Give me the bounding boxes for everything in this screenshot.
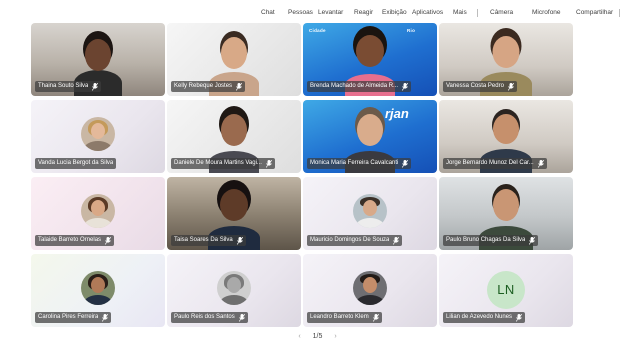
mic-muted-icon: [537, 159, 544, 168]
mic-muted-icon: [529, 236, 536, 245]
camera-button[interactable]: Câmera: [490, 7, 513, 19]
participant-tile[interactable]: Taisa Soares Da Silva: [167, 177, 301, 250]
gallery-pagination: ‹ 1/5 ›: [0, 331, 635, 342]
participant-tile[interactable]: Thaina Souto Silva: [31, 23, 165, 96]
react-button[interactable]: Reagir: [354, 7, 373, 19]
participant-tile[interactable]: Vanessa Costa Pedro: [439, 23, 573, 96]
participant-tile[interactable]: Paulo Reis dos Santos: [167, 254, 301, 327]
avatar: [81, 117, 115, 151]
participant-nameplate: Taisa Soares Da Silva: [171, 235, 246, 246]
mic-muted-icon: [516, 313, 523, 322]
participant-nameplate: Paulo Reis dos Santos: [171, 312, 248, 323]
mic-muted-icon: [402, 82, 409, 91]
avatar: [217, 271, 251, 305]
participant-name: Talaide Barreto Ornelas: [38, 237, 102, 243]
participant-name: Taisa Soares Da Silva: [174, 237, 233, 243]
participant-name: Brenda Machado de Almeida R...: [310, 83, 399, 89]
participant-nameplate: Mauricio Domingos De Souza: [307, 235, 403, 246]
participant-grid: Thaina Souto Silva Kelly Rebeque Jostes …: [31, 23, 573, 328]
participant-nameplate: Thaina Souto Silva: [35, 81, 102, 92]
view-button[interactable]: Exibição: [382, 7, 407, 19]
mic-muted-icon: [102, 313, 109, 322]
mic-muted-icon: [372, 313, 379, 322]
chat-button[interactable]: Chat: [261, 7, 275, 19]
brand-logo-text: Rio: [407, 28, 416, 33]
participant-tile[interactable]: Talaide Barreto Ornelas: [31, 177, 165, 250]
participant-name: Leandro Barreto Klem: [310, 314, 369, 320]
participant-nameplate: Monica Maria Ferreira Cavalcanti: [307, 158, 412, 169]
mic-muted-icon: [105, 236, 112, 245]
avatar: [353, 271, 387, 305]
page-indicator: 1/5: [312, 333, 323, 340]
participant-name: Jorge Bernardo Munoz Del Car...: [446, 160, 534, 166]
mic-muted-icon: [393, 236, 400, 245]
toolbar-divider: [477, 9, 478, 17]
participant-tile[interactable]: rjan Monica Maria Ferreira Cavalcanti: [303, 100, 437, 173]
participant-nameplate: Kelly Rebeque Jostes: [171, 81, 246, 92]
mic-muted-icon: [236, 236, 243, 245]
more-button[interactable]: Mais: [453, 7, 467, 19]
people-button[interactable]: Pessoas: [288, 7, 313, 19]
participant-name: Monica Maria Ferreira Cavalcanti: [310, 160, 399, 166]
participant-tile[interactable]: Leandro Barreto Klem: [303, 254, 437, 327]
participant-name: Vanessa Costa Pedro: [446, 83, 504, 89]
avatar: [81, 194, 115, 228]
participant-nameplate: Paulo Bruno Chagas Da Silva: [443, 235, 539, 246]
microphone-button[interactable]: Microfone: [532, 7, 561, 19]
mic-muted-icon: [92, 82, 99, 91]
participant-tile[interactable]: LN Lilian de Azevedo Nunes: [439, 254, 573, 327]
participant-nameplate: Talaide Barreto Ornelas: [35, 235, 115, 246]
meeting-toolbar: Chat Pessoas Levantar Reagir Exibição Ap…: [0, 7, 635, 19]
participant-name: Paulo Bruno Chagas Da Silva: [446, 237, 526, 243]
participant-tile[interactable]: Cidade Rio Brenda Machado de Almeida R..…: [303, 23, 437, 96]
participant-nameplate: Vanessa Costa Pedro: [443, 81, 517, 92]
participant-nameplate: Jorge Bernardo Munoz Del Car...: [443, 158, 547, 169]
raise-hand-button[interactable]: Levantar: [318, 7, 343, 19]
participant-tile[interactable]: Paulo Bruno Chagas Da Silva: [439, 177, 573, 250]
mic-muted-icon: [402, 159, 409, 168]
participant-nameplate: Daniele De Moura Martins Vagi...: [171, 158, 275, 169]
participant-name: Thaina Souto Silva: [38, 83, 89, 89]
participant-tile[interactable]: Mauricio Domingos De Souza: [303, 177, 437, 250]
avatar: [353, 194, 387, 228]
participant-name: Carolina Pires Ferreira: [38, 314, 99, 320]
participant-nameplate: Carolina Pires Ferreira: [35, 312, 112, 323]
next-page-button[interactable]: ›: [334, 331, 336, 342]
participant-name: Paulo Reis dos Santos: [174, 314, 235, 320]
previous-page-button[interactable]: ‹: [298, 331, 300, 342]
avatar: [81, 271, 115, 305]
apps-button[interactable]: Aplicativos: [412, 7, 443, 19]
share-button[interactable]: Compartilhar: [576, 7, 613, 19]
participant-name: Lilian de Azevedo Nunes: [446, 314, 513, 320]
participant-tile[interactable]: Jorge Bernardo Munoz Del Car...: [439, 100, 573, 173]
participant-nameplate: Lilian de Azevedo Nunes: [443, 312, 526, 323]
mic-muted-icon: [236, 82, 243, 91]
mic-muted-icon: [238, 313, 245, 322]
participant-nameplate: Brenda Machado de Almeida R...: [307, 81, 412, 92]
participant-name: Mauricio Domingos De Souza: [310, 237, 390, 243]
participant-tile[interactable]: Carolina Pires Ferreira: [31, 254, 165, 327]
initials-avatar: LN: [487, 271, 525, 309]
participant-name: Vanda Lucia Bergot da Silva: [38, 160, 114, 166]
participant-name: Kelly Rebeque Jostes: [174, 83, 233, 89]
toolbar-divider: [619, 9, 620, 17]
brand-logo-text: Cidade: [309, 28, 326, 33]
mic-muted-icon: [507, 82, 514, 91]
participant-tile[interactable]: Vanda Lucia Bergot da Silva: [31, 100, 165, 173]
mic-muted-icon: [265, 159, 272, 168]
participant-nameplate: Leandro Barreto Klem: [307, 312, 382, 323]
participant-tile[interactable]: Kelly Rebeque Jostes: [167, 23, 301, 96]
participant-tile[interactable]: Daniele De Moura Martins Vagi...: [167, 100, 301, 173]
participant-name: Daniele De Moura Martins Vagi...: [174, 160, 262, 166]
participant-nameplate: Vanda Lucia Bergot da Silva: [35, 158, 117, 169]
